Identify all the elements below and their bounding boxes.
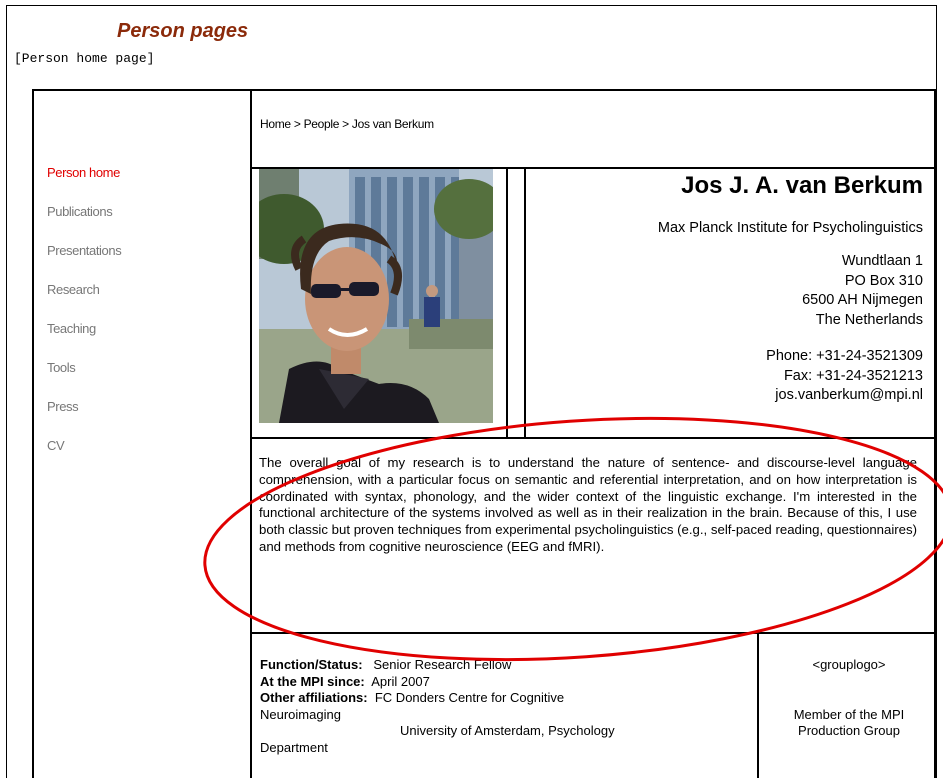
affiliation-value: University of Amsterdam, Psychology <box>400 723 615 738</box>
sidebar-nav: Person home Publications Presentations R… <box>47 165 122 477</box>
nav-presentations[interactable]: Presentations <box>47 243 122 282</box>
page-title: Person pages <box>117 20 249 42</box>
address-line: 6500 AH Nijmegen <box>802 292 923 308</box>
breadcrumb[interactable]: Home > People > Jos van Berkum <box>260 117 434 131</box>
affiliation-value-cont: Department <box>260 739 328 755</box>
contact-block: Jos J. A. van Berkum Max Planck Institut… <box>658 172 923 406</box>
sidebar-divider <box>250 89 252 778</box>
institute-name: Max Planck Institute for Psycholinguisti… <box>657 220 923 236</box>
nav-tools[interactable]: Tools <box>47 360 121 399</box>
nav-cv[interactable]: CV <box>47 438 121 477</box>
profile-photo <box>259 169 493 423</box>
nav-research[interactable]: Research <box>47 282 121 321</box>
fax-number: Fax: +31-24-3521213 <box>783 367 923 384</box>
photo-divider-1 <box>506 169 508 439</box>
affiliation-value-cont: Neuroimaging <box>260 706 341 722</box>
since-value: April 2007 <box>371 673 430 689</box>
nav-teaching[interactable]: Teaching <box>47 321 121 360</box>
function-value: Senior Research Fellow <box>373 657 512 672</box>
group-member-text: Production Group <box>798 723 900 738</box>
status-block: Function/Status: Senior Research Fellow … <box>260 657 750 756</box>
phone-number: Phone: +31-24-3521309 <box>766 348 923 364</box>
group-member-text: Member of the MPI <box>793 706 905 722</box>
group-logo-placeholder: <grouplogo> <box>812 657 886 672</box>
group-block: <grouplogo> Member of the MPI Production… <box>764 657 934 740</box>
affiliation-value: FC Donders Centre for Cognitive <box>374 690 565 705</box>
photo-divider-2 <box>524 169 526 439</box>
address-line: PO Box 310 <box>844 272 923 289</box>
research-summary: The overall goal of my research is to un… <box>259 455 917 554</box>
address-line: The Netherlands <box>815 311 923 328</box>
address: Wundtlaan 1 PO Box 310 6500 AH Nijmegen … <box>658 252 923 330</box>
group-divider <box>757 633 759 778</box>
person-name: Jos J. A. van Berkum <box>681 172 923 199</box>
since-label: At the MPI since: <box>260 673 365 689</box>
email-link[interactable]: jos.vanberkum@mpi.nl <box>658 386 923 406</box>
contact-numbers: Phone: +31-24-3521309 Fax: +31-24-352121… <box>658 347 923 406</box>
nav-person-home[interactable]: Person home <box>47 165 121 204</box>
page-subtitle: [Person home page] <box>14 51 155 66</box>
function-label: Function/Status: <box>260 657 363 672</box>
address-line: Wundtlaan 1 <box>841 253 923 269</box>
nav-publications[interactable]: Publications <box>47 204 121 243</box>
summary-divider <box>250 632 936 634</box>
profile-divider <box>250 437 936 439</box>
nav-press[interactable]: Press <box>47 399 121 438</box>
affiliations-label: Other affiliations: <box>260 690 368 705</box>
